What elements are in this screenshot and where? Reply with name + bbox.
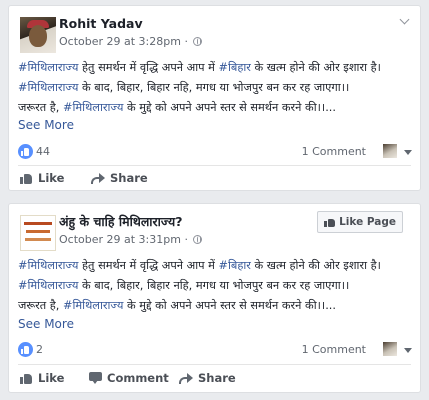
- dot-separator: ·: [184, 233, 192, 246]
- globe-icon[interactable]: [193, 235, 203, 244]
- comment-bubble-icon: [89, 372, 102, 384]
- share-button[interactable]: Share: [91, 171, 148, 185]
- page-logo-line: [26, 230, 50, 233]
- post-text-line: #मिथिलाराज्य के बाद, बिहार, बिहार नहि, म…: [18, 276, 418, 296]
- post-text-segment: जरूरत है,: [18, 101, 63, 114]
- hashtag-link[interactable]: #मिथिलाराज्य: [63, 299, 123, 312]
- comment-label: Comment: [107, 371, 169, 385]
- post-text-segment: के मुद्दे को अपने अपने स्तर से समर्थन कर…: [123, 101, 336, 114]
- page-logo-line: [24, 222, 52, 225]
- hashtag-link[interactable]: #मिथिलाराज्य: [18, 279, 78, 292]
- post-text-line: #मिथिलाराज्य के बाद, बिहार, बिहार नहि, म…: [18, 78, 418, 98]
- hashtag-link[interactable]: #बिहार: [219, 259, 251, 272]
- post-meta: October 29 at 3:28pm ·: [59, 35, 203, 48]
- thumbs-up-icon: [20, 372, 33, 384]
- post-text-segment: के खत्म होने की ओर इशारा है।: [250, 61, 381, 74]
- post-text-line: जरूरत है, #मिथिलाराज्य के मुद्दे को अपने…: [18, 296, 418, 316]
- viewer-avatar[interactable]: [383, 144, 397, 158]
- action-bar: Like Share: [18, 168, 411, 190]
- share-label: Share: [110, 171, 148, 185]
- post-text-segment: हेतु समर्थन में वृद्धि अपने आप में: [78, 259, 219, 272]
- viewer-avatar[interactable]: [383, 342, 397, 356]
- hashtag-link[interactable]: #बिहार: [219, 61, 251, 74]
- like-page-button[interactable]: Like Page: [317, 211, 403, 233]
- post-text-segment: के मुद्दे को अपने अपने स्तर से समर्थन कर…: [123, 299, 336, 312]
- like-count[interactable]: 2: [36, 343, 43, 356]
- action-bar: Like Comment Share: [18, 368, 411, 390]
- see-more-link[interactable]: See More: [18, 118, 74, 132]
- hashtag-link[interactable]: #मिथिलाराज्य: [18, 81, 78, 94]
- page-logo-line: [25, 238, 51, 241]
- dot-separator: ·: [184, 35, 192, 48]
- post-body: #मिथिलाराज्य हेतु समर्थन में वृद्धि अपने…: [18, 58, 418, 118]
- avatar-face-shape: [29, 25, 47, 47]
- like-button[interactable]: Like: [20, 371, 64, 385]
- post-text-line: #मिथिलाराज्य हेतु समर्थन में वृद्धि अपने…: [18, 256, 418, 276]
- post-stats: 2 1 Comment: [18, 342, 414, 358]
- comment-button[interactable]: Comment: [89, 371, 169, 385]
- divider: [18, 364, 411, 365]
- post-text-segment: के खत्म होने की ओर इशारा है।: [250, 259, 381, 272]
- comment-count[interactable]: 1 Comment: [302, 145, 366, 158]
- post-text-segment: के बाद, बिहार, बिहार नहि, मगध या भोजपुर …: [78, 81, 350, 94]
- viewer-switch-chevron-icon[interactable]: [404, 348, 412, 353]
- viewer-switch-chevron-icon[interactable]: [404, 150, 412, 155]
- author-name[interactable]: Rohit Yadav: [59, 16, 143, 31]
- post-text-line: #मिथिलाराज्य हेतु समर्थन में वृद्धि अपने…: [18, 58, 418, 78]
- share-arrow-icon: [179, 372, 193, 384]
- page-avatar[interactable]: [20, 215, 56, 251]
- like-button[interactable]: Like: [20, 171, 64, 185]
- post-timestamp[interactable]: October 29 at 3:31pm: [59, 233, 181, 246]
- page-name[interactable]: अंहु के चाहि मिथिलाराज्य?: [59, 213, 183, 230]
- post-text-segment: जरूरत है,: [18, 299, 63, 312]
- post-text-segment: हेतु समर्थन में वृद्धि अपने आप में: [78, 61, 219, 74]
- author-avatar[interactable]: [20, 17, 56, 53]
- hashtag-link[interactable]: #मिथिलाराज्य: [63, 101, 123, 114]
- post-timestamp[interactable]: October 29 at 3:28pm: [59, 35, 181, 48]
- post-card: अंहु के चाहि मिथिलाराज्य? October 29 at …: [8, 203, 421, 393]
- hashtag-link[interactable]: #मिथिलाराज्य: [18, 61, 78, 74]
- like-reaction-icon[interactable]: [18, 342, 33, 357]
- like-count[interactable]: 44: [36, 145, 50, 158]
- like-label: Like: [38, 171, 65, 185]
- post-options-chevron-icon[interactable]: [398, 16, 412, 28]
- post-meta: October 29 at 3:31pm ·: [59, 233, 203, 246]
- see-more-link[interactable]: See More: [18, 317, 74, 331]
- like-reaction-icon[interactable]: [18, 144, 33, 159]
- thumbs-up-icon: [324, 217, 336, 227]
- like-page-label: Like Page: [339, 216, 396, 228]
- thumbs-up-icon: [20, 172, 33, 184]
- share-arrow-icon: [91, 172, 105, 184]
- post-body: #मिथिलाराज्य हेतु समर्थन में वृद्धि अपने…: [18, 256, 418, 316]
- comment-count[interactable]: 1 Comment: [302, 343, 366, 356]
- hashtag-link[interactable]: #मिथिलाराज्य: [18, 259, 78, 272]
- globe-icon[interactable]: [193, 37, 203, 46]
- share-label: Share: [198, 371, 236, 385]
- divider: [18, 165, 411, 166]
- post-text-line: जरूरत है, #मिथिलाराज्य के मुद्दे को अपने…: [18, 98, 418, 118]
- like-label: Like: [38, 371, 65, 385]
- post-text-segment: के बाद, बिहार, बिहार नहि, मगध या भोजपुर …: [78, 279, 350, 292]
- share-button[interactable]: Share: [179, 371, 236, 385]
- post-card: Rohit Yadav October 29 at 3:28pm · #मिथि…: [8, 5, 421, 191]
- post-stats: 44 1 Comment: [18, 144, 414, 160]
